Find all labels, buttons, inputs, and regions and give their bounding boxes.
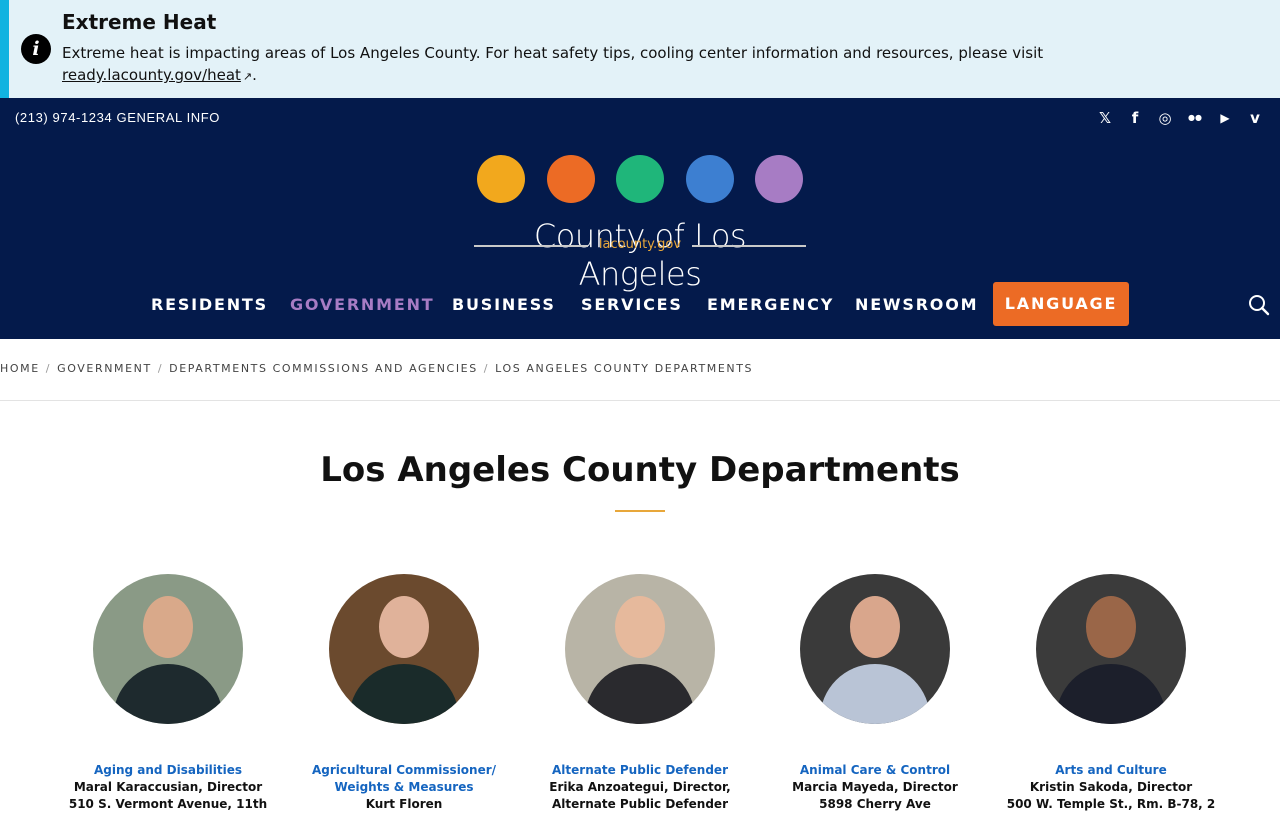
director-photo[interactable] (1036, 574, 1186, 724)
director-name: Marcia Mayeda, Director (792, 780, 958, 794)
logo-circle-1 (477, 155, 525, 203)
department-address: 510 S. Vermont Avenue, 11th (68, 797, 268, 811)
facebook-icon[interactable]: f (1124, 108, 1146, 128)
search-icon[interactable] (1248, 294, 1270, 316)
department-card: Aging and Disabilities Maral Karaccusian… (58, 574, 278, 813)
director-photo[interactable] (565, 574, 715, 724)
alert-banner: i Extreme Heat Extreme heat is impacting… (0, 0, 1280, 98)
heat-link[interactable]: ready.lacounty.gov/heat (62, 66, 241, 84)
department-name-link[interactable]: Alternate Public Defender (530, 762, 750, 779)
language-button[interactable]: LANGUAGE (993, 282, 1129, 326)
county-logo[interactable]: County of Los Angeles lacounty.gov (470, 153, 810, 293)
department-name-link[interactable]: Agricultural Commissioner/ Weights & Mea… (294, 762, 514, 796)
instagram-icon[interactable]: ◎ (1154, 108, 1176, 128)
department-name-link[interactable]: Animal Care & Control (765, 762, 985, 779)
nav-item-newsroom[interactable]: NEWSROOM (855, 295, 978, 314)
main-nav: RESIDENTS GOVERNMENT BUSINESS SERVICES E… (0, 282, 1280, 326)
director-name: Maral Karaccusian, Director (73, 780, 263, 794)
vimeo-icon[interactable]: v (1244, 108, 1266, 128)
alert-body: Extreme heat is impacting areas of Los A… (62, 42, 1162, 88)
flickr-icon[interactable]: ●● (1184, 108, 1206, 128)
department-card: Animal Care & Control Marcia Mayeda, Dir… (765, 574, 985, 813)
department-card: Agricultural Commissioner/ Weights & Mea… (294, 574, 514, 813)
breadcrumb-home[interactable]: HOME (0, 362, 40, 375)
department-address: 5898 Cherry Ave (819, 797, 931, 811)
department-name-link[interactable]: Aging and Disabilities (58, 762, 278, 779)
breadcrumb-government[interactable]: GOVERNMENT (57, 362, 152, 375)
department-card: Arts and Culture Kristin Sakoda, Directo… (1001, 574, 1221, 813)
alert-title: Extreme Heat (62, 10, 217, 34)
breadcrumb-separator: / (157, 362, 164, 375)
logo-circle-5 (755, 155, 803, 203)
site-header: County of Los Angeles lacounty.gov RESID… (0, 139, 1280, 339)
director-name: Erika Anzoategui, Director, (549, 780, 731, 794)
breadcrumb-separator: / (45, 362, 52, 375)
youtube-icon[interactable]: ▶ (1214, 108, 1236, 128)
department-name-link[interactable]: Arts and Culture (1001, 762, 1221, 779)
info-icon: i (21, 34, 51, 64)
title-underline (615, 510, 665, 512)
logo-circle-3 (616, 155, 664, 203)
alert-tail: . (252, 66, 257, 84)
logo-circle-2 (547, 155, 595, 203)
breadcrumb-separator: / (483, 362, 490, 375)
x-icon[interactable]: 𝕏 (1094, 108, 1116, 128)
director-photo[interactable] (93, 574, 243, 724)
nav-item-emergency[interactable]: EMERGENCY (707, 295, 834, 314)
department-address: Alternate Public Defender (552, 797, 728, 811)
top-bar: (213) 974-1234 GENERAL INFO 𝕏 f ◎ ●● ▶ v (0, 98, 1280, 139)
director-name: Kurt Floren (365, 797, 443, 811)
external-link-icon: ↗ (242, 70, 253, 83)
director-photo[interactable] (329, 574, 479, 724)
phone-general-info[interactable]: (213) 974-1234 GENERAL INFO (15, 110, 220, 125)
nav-item-residents[interactable]: RESIDENTS (151, 295, 268, 314)
alert-text: Extreme heat is impacting areas of Los A… (62, 44, 1044, 62)
director-photo[interactable] (800, 574, 950, 724)
breadcrumb-departments[interactable]: DEPARTMENTS COMMISSIONS AND AGENCIES (169, 362, 478, 375)
divider (0, 400, 1280, 401)
breadcrumb: HOME / GOVERNMENT / DEPARTMENTS COMMISSIONS … (0, 362, 753, 375)
director-name: Kristin Sakoda, Director (1029, 780, 1193, 794)
nav-item-government[interactable]: GOVERNMENT (290, 295, 434, 314)
department-address: 500 W. Temple St., Rm. B-78, 2 (1006, 797, 1216, 811)
logo-circle-4 (686, 155, 734, 203)
nav-item-services[interactable]: SERVICES (581, 295, 683, 314)
social-links: 𝕏 f ◎ ●● ▶ v (1086, 108, 1266, 128)
nav-item-business[interactable]: BUSINESS (452, 295, 556, 314)
page-title: Los Angeles County Departments (320, 450, 960, 490)
logo-subtitle: lacounty.gov (598, 237, 682, 252)
department-card: Alternate Public Defender Erika Anzoateg… (530, 574, 750, 813)
breadcrumb-current: LOS ANGELES COUNTY DEPARTMENTS (495, 362, 754, 375)
